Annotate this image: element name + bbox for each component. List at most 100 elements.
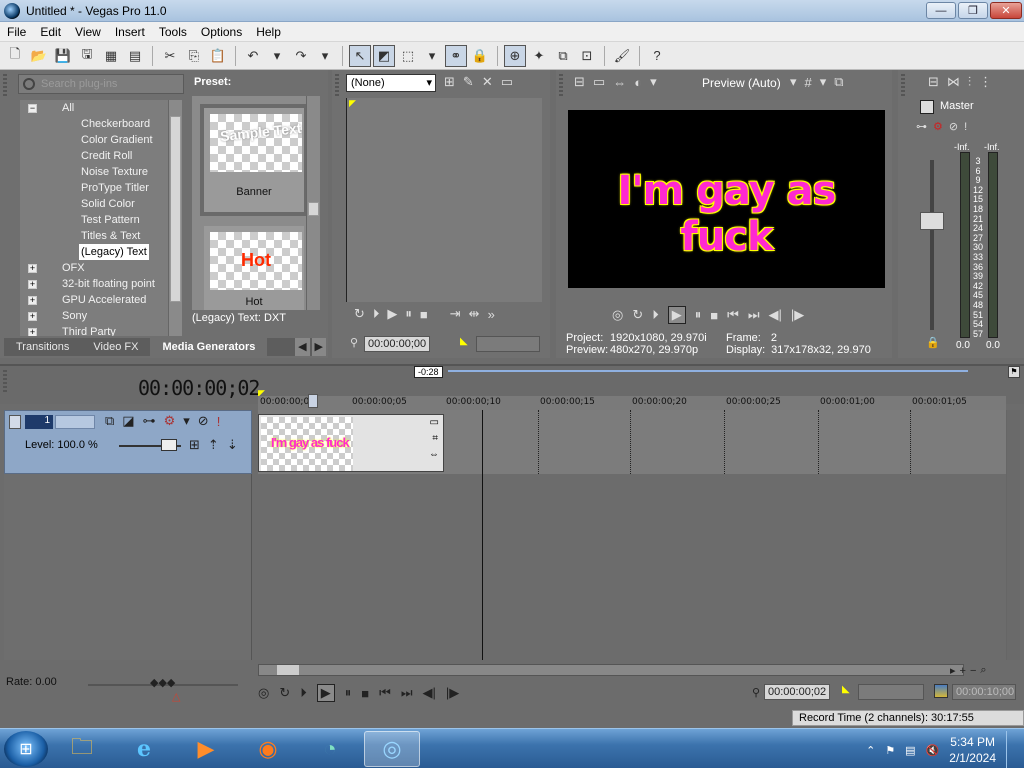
dock-grip[interactable] — [3, 74, 7, 96]
tab-scroll-left-icon[interactable]: ◀ — [295, 338, 310, 356]
tree-item-protype-titler[interactable]: ProType Titler — [81, 180, 149, 196]
playhead-handle-icon[interactable] — [308, 394, 318, 408]
trimmer-timecode[interactable]: 00:00:00;00 — [364, 336, 430, 352]
copy-snapshot-icon[interactable]: ⧉ — [834, 74, 843, 90]
split-dropdown-icon[interactable]: ▾ — [650, 74, 657, 90]
close-button[interactable]: ✕ — [990, 2, 1022, 19]
paste-icon[interactable]: 📋 — [207, 45, 229, 67]
menu-file[interactable]: File — [0, 25, 33, 39]
trimmer-view[interactable]: ◤ — [346, 98, 542, 302]
go-to-start-icon[interactable]: ⏮ — [727, 307, 739, 323]
record-icon[interactable]: ◎ — [258, 685, 269, 701]
preview-fx-icon[interactable]: ⇔ — [613, 75, 626, 90]
fit-icon[interactable]: ⇹ — [469, 306, 480, 322]
dock-grip[interactable] — [3, 370, 7, 392]
marker-tool-icon[interactable]: ⚑ — [1008, 366, 1020, 378]
auto-crossfade-icon[interactable]: ✦ — [528, 45, 550, 67]
dock-grip[interactable] — [335, 74, 339, 96]
tree-item-noise-texture[interactable]: Noise Texture — [81, 164, 148, 180]
track-composite-icon[interactable]: ◪ — [122, 413, 134, 429]
selection-edit-tool-icon[interactable]: ⬚ — [397, 45, 419, 67]
loop-icon[interactable]: ↻ — [354, 306, 365, 322]
vegas-app-icon[interactable] — [4, 2, 20, 19]
loop-region-bar[interactable] — [448, 370, 968, 372]
save-as-icon[interactable]: 🖫 — [76, 45, 98, 67]
zoom-tool-small-icon[interactable]: ⌕ — [980, 664, 986, 677]
master-fader-knob[interactable] — [920, 212, 944, 230]
master-fx-icon[interactable]: ⊶ — [916, 120, 927, 133]
expand-gpu-icon[interactable]: + — [28, 296, 37, 305]
envelope-edit-tool-icon[interactable]: ◩ — [373, 44, 395, 67]
track-list-empty[interactable] — [4, 474, 252, 660]
tree-item-titles-text[interactable]: Titles & Text — [81, 228, 140, 244]
tree-item-test-pattern[interactable]: Test Pattern — [81, 212, 140, 228]
loop-playback-icon[interactable]: ↻ — [632, 307, 643, 323]
go-to-end-icon[interactable]: ⏭ — [748, 307, 760, 323]
go-to-start-icon[interactable]: ⏮ — [379, 685, 391, 701]
properties-icon[interactable]: ▤ — [124, 45, 146, 67]
menu-insert[interactable]: Insert — [108, 25, 152, 39]
track-solo-icon[interactable]: ! — [217, 414, 221, 429]
search-plugins-input[interactable]: Search plug-ins — [18, 74, 184, 94]
transport-selection-end[interactable]: 00:00:10;00 — [952, 684, 1016, 700]
ignore-grouping-icon[interactable]: ⧉ — [552, 45, 574, 67]
next-frame-icon[interactable]: |▶ — [446, 685, 459, 701]
play-from-start-icon[interactable]: ⏵ — [300, 685, 307, 701]
preset-scrollbar[interactable] — [306, 96, 320, 310]
undo-dropdown-icon[interactable]: ▾ — [266, 45, 288, 67]
zoom-tool-icon[interactable]: ⊡ — [576, 45, 598, 67]
network-icon[interactable]: ▤ — [905, 744, 915, 757]
timeline-cursor[interactable] — [482, 410, 483, 660]
transport-selection-start[interactable] — [858, 684, 924, 700]
dim-output-icon[interactable]: ⫶ — [968, 74, 971, 90]
tab-video-fx[interactable]: Video FX — [81, 338, 150, 356]
action-center-flag-icon[interactable]: ⚑ — [885, 744, 895, 757]
master-fader-track[interactable] — [930, 160, 934, 330]
preset-hot[interactable]: Hot Hot — [200, 222, 308, 310]
expand-32bit-icon[interactable]: + — [28, 280, 37, 289]
hscroll-thumb[interactable] — [277, 665, 299, 675]
whats-this-help-icon[interactable]: ? — [646, 45, 668, 67]
tree-item-third-party[interactable]: Third Party — [62, 324, 116, 336]
maximize-button[interactable]: ❐ — [958, 2, 988, 19]
tab-scroll-right-icon[interactable]: ▶ — [311, 338, 326, 356]
new-icon[interactable]: 🗋 — [4, 45, 26, 67]
transport-cursor-time[interactable]: 00:00:00;02 — [764, 684, 830, 700]
tree-item-legacy-text[interactable]: (Legacy) Text — [79, 244, 149, 260]
pause-icon[interactable]: ⏸ — [695, 307, 702, 323]
tree-scroll-thumb[interactable] — [170, 116, 181, 302]
overlays-dropdown-icon[interactable]: ▾ — [820, 74, 827, 90]
firefox-taskbar-icon[interactable]: ◉ — [240, 731, 296, 767]
redo-icon[interactable]: ↷ — [290, 45, 312, 67]
track-down-icon[interactable]: ⇣ — [227, 437, 238, 453]
save-icon[interactable]: 💾 — [52, 45, 74, 67]
stop-icon[interactable]: ■ — [420, 307, 428, 322]
lock-envelopes-icon[interactable]: 🔒 — [469, 45, 491, 67]
tool-dropdown-icon[interactable]: ▾ — [421, 45, 443, 67]
track-minimize-icon[interactable] — [9, 415, 21, 429]
tree-scrollbar[interactable] — [168, 100, 182, 336]
overlays-icon[interactable]: # — [805, 75, 812, 90]
menu-help[interactable]: Help — [249, 25, 288, 39]
expand-sony-icon[interactable]: + — [28, 312, 37, 321]
auto-ripple-icon[interactable]: ⚭ — [445, 44, 467, 67]
event-media-fx-icon[interactable]: ▭ — [430, 417, 439, 428]
fader-lock-icon[interactable]: 🔒 — [926, 336, 940, 349]
system-clock[interactable]: 5:34 PM 2/1/2024 — [949, 734, 996, 766]
trimmer-edit-icon[interactable]: ✎ — [463, 74, 474, 90]
preset-scroll-thumb[interactable] — [308, 202, 319, 216]
vegas-taskbar-icon[interactable]: ◎ — [364, 730, 420, 767]
play-from-start-icon[interactable]: ⏵ — [652, 307, 659, 323]
external-monitor-icon[interactable]: ▭ — [593, 74, 605, 90]
trimmer-properties-icon[interactable]: ⊞ — [444, 74, 455, 90]
tree-item-checkerboard[interactable]: Checkerboard — [81, 116, 150, 132]
internet-explorer-taskbar-icon[interactable]: e — [116, 731, 172, 767]
menu-edit[interactable]: Edit — [33, 25, 68, 39]
record-icon[interactable]: ◎ — [612, 307, 623, 323]
add-to-timeline-icon[interactable]: ⇥ — [450, 306, 461, 322]
split-screen-icon[interactable]: ◐ — [634, 75, 642, 90]
pause-icon[interactable]: ⏸ — [405, 306, 412, 322]
stop-icon[interactable]: ■ — [710, 308, 718, 323]
dock-grip[interactable] — [559, 74, 563, 96]
video-preview[interactable]: I'm gay as fuck — [568, 110, 885, 288]
